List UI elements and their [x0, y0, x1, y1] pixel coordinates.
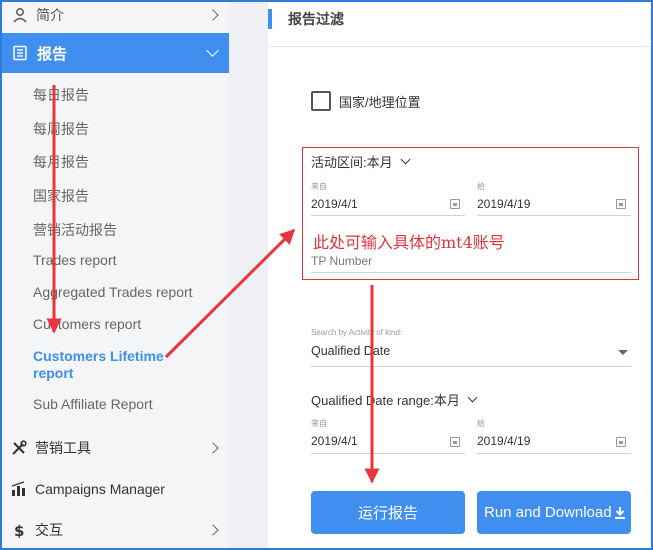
tools-icon: [12, 440, 27, 455]
run-report-button[interactable]: 运行报告: [311, 491, 465, 534]
sidebar-item-profile[interactable]: 简介: [2, 0, 229, 30]
sub-item-campaign-report[interactable]: 营销活动报告: [33, 220, 117, 240]
chevron-down-icon: [206, 44, 219, 57]
sub-item-customers-lifetime-report[interactable]: Customers Lifetime report: [33, 348, 183, 382]
country-checkbox[interactable]: [311, 91, 331, 111]
bar-chart-icon: [11, 481, 25, 496]
qualified-range-dropdown[interactable]: Qualified Date range:本月: [311, 390, 478, 409]
download-icon: [614, 506, 625, 519]
report-icon: [13, 45, 27, 61]
sidebar-item-label: Campaigns Manager: [35, 481, 165, 497]
annotation-note: 此处可输入具体的mt4账号: [313, 233, 505, 252]
content-gutter: [229, 0, 268, 548]
sub-item-daily-report[interactable]: 每日报告: [33, 85, 89, 105]
select-arrow-icon[interactable]: [618, 350, 628, 355]
country-checkbox-label: 国家/地理位置: [339, 95, 421, 110]
activity-kind-select[interactable]: Qualified Date: [311, 344, 390, 358]
sidebar-item-label: 营销工具: [35, 440, 91, 456]
svg-text:$: $: [14, 522, 24, 538]
qualified-to-date[interactable]: 2019/4/19: [477, 434, 530, 448]
sub-item-sub-affiliate-report[interactable]: Sub Affiliate Report: [33, 396, 153, 412]
dollar-icon: $: [14, 522, 24, 538]
sub-item-customers-report[interactable]: Customers report: [33, 316, 141, 332]
sub-item-weekly-report[interactable]: 每周报告: [33, 119, 89, 139]
sidebar-item-marketing-tools[interactable]: 营销工具: [2, 433, 229, 463]
sub-item-trades-report[interactable]: Trades report: [33, 252, 117, 268]
panel-header: 报告过滤: [268, 0, 651, 47]
sub-item-country-report[interactable]: 国家报告: [33, 186, 89, 206]
sidebar-item-label: 简介: [36, 7, 64, 23]
run-and-download-button[interactable]: Run and Download: [477, 491, 631, 534]
chevron-down-icon: [467, 392, 478, 403]
qualified-range-label: Qualified Date range:本月: [311, 393, 460, 408]
chevron-right-icon: [207, 9, 219, 21]
sidebar-item-interaction[interactable]: $ 交互: [2, 515, 229, 545]
chevron-right-icon: [207, 442, 219, 454]
qualified-to-underline: [477, 453, 631, 454]
calendar-icon[interactable]: [450, 437, 460, 447]
run-and-download-label: Run and Download: [484, 504, 612, 521]
activity-kind-caption: Search by Activity of kind:: [311, 328, 403, 337]
page-title: 报告过滤: [288, 11, 344, 27]
sidebar-item-reports[interactable]: 报告: [2, 33, 229, 73]
annotation-box: [302, 147, 639, 280]
qualified-from-date[interactable]: 2019/4/1: [311, 434, 358, 448]
header-accent-bar: [268, 9, 272, 29]
sub-item-aggregated-trades-report[interactable]: Aggregated Trades report: [33, 284, 193, 300]
calendar-icon[interactable]: [616, 437, 626, 447]
activity-kind-underline: [311, 366, 631, 367]
run-report-label: 运行报告: [357, 505, 418, 522]
user-icon: [13, 8, 27, 23]
sub-item-monthly-report[interactable]: 每月报告: [33, 152, 89, 172]
qualified-from-underline: [311, 453, 465, 454]
from-caption: 来自: [311, 419, 327, 428]
sidebar-item-label: 报告: [37, 45, 68, 63]
sidebar: 简介 报告 每日报告 每周报告 每月报告 国家报告 营销活动报告 Trades …: [2, 0, 229, 548]
to-caption: 给: [477, 419, 485, 428]
sidebar-item-label: 交互: [35, 522, 63, 538]
sidebar-item-campaigns-manager[interactable]: Campaigns Manager: [2, 474, 229, 504]
chevron-right-icon: [207, 524, 219, 536]
